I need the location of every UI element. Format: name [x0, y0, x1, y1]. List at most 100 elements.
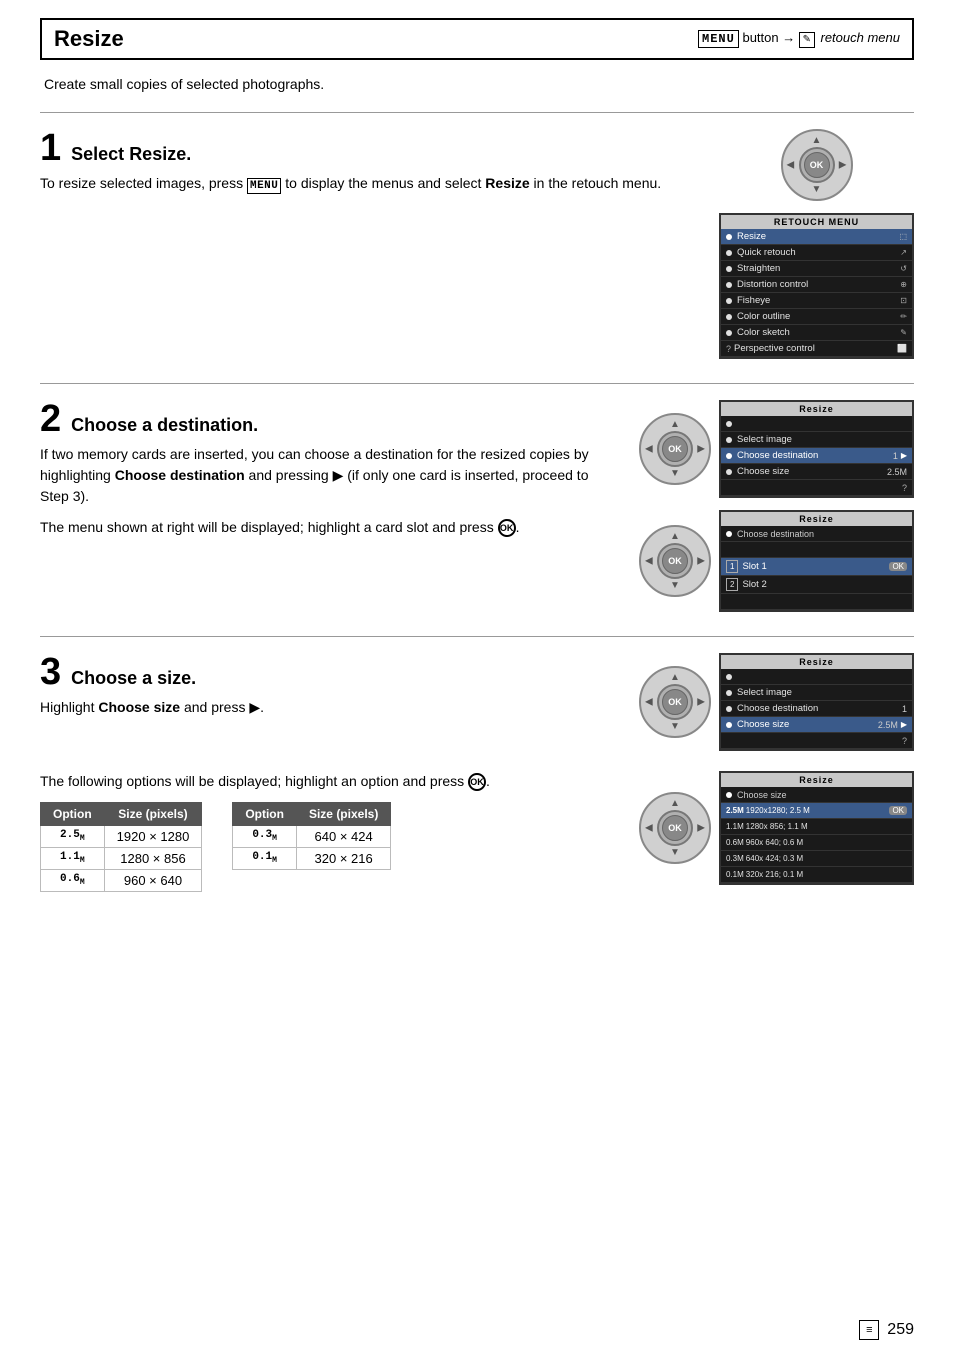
step3-number-row: 3 Choose a size.	[40, 653, 599, 691]
page-footer: ≡ 259	[859, 1320, 914, 1340]
table1-size3: 960 × 640	[104, 870, 202, 892]
step2-separator	[40, 383, 914, 384]
screen3-select: Select image	[721, 685, 912, 701]
ok-badge-25m: OK	[889, 806, 907, 815]
arrow-left-3b: ◀	[645, 823, 653, 834]
dot-s3-blank1	[726, 674, 732, 680]
arrow-up-2b: ▲	[670, 531, 680, 542]
screen2-choose-dest: Choose destination 1 ▶	[721, 448, 912, 464]
quick-icon: ↗	[900, 248, 907, 257]
screen2-choose-size: Choose size 2.5M	[721, 464, 912, 480]
dot-resize	[726, 234, 732, 240]
screen-row-quick: Quick retouch ↗	[721, 245, 912, 261]
options-table-1: Option Size (pixels) 2.5M 1920 × 1280 1.…	[40, 802, 202, 892]
step3-screen1: Resize Select image Choose destination 1	[719, 653, 914, 751]
arrow-up-2a: ▲	[670, 419, 680, 430]
screen3b-0.1m: 0.1M 320x 216; 0.1 M	[721, 867, 912, 883]
button-text: button	[742, 30, 778, 45]
table2-size2: 320 × 216	[296, 848, 390, 870]
ok-symbol-3: OK	[468, 773, 486, 791]
arrow-right-3a: ▶	[697, 697, 705, 708]
screen-row-distortion: Distortion control ⊕	[721, 277, 912, 293]
dial-outer-3b: ▲ ▼ ◀ ▶ OK	[639, 792, 711, 864]
header-title: Resize	[54, 26, 124, 52]
arrow-left-3a: ◀	[645, 697, 653, 708]
dot-s3b-0	[726, 792, 732, 798]
step3-screen2: Resize Choose size 2.5M 1920x1280; 2.5 M…	[719, 771, 914, 885]
intro-text: Create small copies of selected photogra…	[40, 76, 914, 92]
dial-ok-1: OK	[804, 152, 830, 178]
question-icon-3: ?	[902, 736, 907, 746]
step3-section: 3 Choose a size. Highlight Choose size a…	[40, 653, 914, 892]
camera-dial-2a: ▲ ▼ ◀ ▶ OK	[639, 413, 711, 485]
fisheye-icon: ⊡	[900, 296, 907, 305]
table1-col2-header: Size (pixels)	[104, 803, 202, 826]
table1-row1: 2.5M 1920 × 1280	[41, 826, 202, 848]
step2-screen1-header: Resize	[721, 402, 912, 416]
size-06m-label: 0.6M	[726, 838, 744, 847]
outline-icon: ✏	[900, 312, 907, 321]
screen2b-blank	[721, 542, 912, 558]
dot-blank1	[726, 421, 732, 427]
step3-table-intro: The following options will be displayed;…	[40, 771, 619, 792]
arrow-left-2a: ◀	[645, 444, 653, 455]
dot-s2b-0	[726, 531, 732, 537]
step3-body: Highlight Choose size and press ▶.	[40, 697, 599, 718]
screen3b-2.5m: 2.5M 1920x1280; 2.5 M OK	[721, 803, 912, 819]
table2-opt2: 0.1M	[233, 848, 297, 870]
screen3-blank2: ?	[721, 733, 912, 749]
menu-word: MENU	[698, 30, 739, 48]
step2-dial-screen2-row: ▲ ▼ ◀ ▶ OK Resize Choose destination	[639, 510, 914, 612]
arrow-down-2a: ▼	[670, 468, 680, 479]
dial-inner-2a: OK	[657, 431, 693, 467]
size-01m-label: 0.1M	[726, 870, 744, 879]
step1-section: 1 Select Resize. To resize selected imag…	[40, 129, 914, 359]
step3-left: 3 Choose a size. Highlight Choose size a…	[40, 653, 619, 728]
arrow-up-3a: ▲	[670, 672, 680, 683]
screen2-blank2: ?	[721, 480, 912, 496]
arrow-up-3b: ▲	[670, 798, 680, 809]
page-header: Resize MENU button → ✎ retouch menu	[40, 18, 914, 60]
dial-inner-3b: OK	[657, 810, 693, 846]
step1-number-row: 1 Select Resize.	[40, 129, 699, 167]
step2-body2: The menu shown at right will be displaye…	[40, 517, 619, 538]
dot-s2-select	[726, 437, 732, 443]
question-icon: ?	[726, 344, 731, 354]
slot2-icon: 2	[726, 578, 738, 591]
table2-col2-header: Size (pixels)	[296, 803, 390, 826]
screen2b-blank2	[721, 594, 912, 610]
dial-ok-3b: OK	[662, 815, 688, 841]
step1-number: 1	[40, 129, 61, 167]
step3-table-area: The following options will be displayed;…	[40, 771, 619, 892]
table1-row2: 1.1M 1280 × 856	[41, 848, 202, 870]
page-number: 259	[887, 1321, 914, 1339]
options-table-2: Option Size (pixels) 0.3M 640 × 424 0.1M	[232, 802, 391, 870]
dial-outer-3a: ▲ ▼ ◀ ▶ OK	[639, 666, 711, 738]
arrow-right-2a: ▶	[697, 444, 705, 455]
screen3b-1.1m: 1.1M 1280x 856; 1.1 M	[721, 819, 912, 835]
straighten-icon: ↺	[900, 264, 907, 273]
arrow-down-1: ▼	[812, 184, 822, 195]
screen-row-perspective: ? Perspective control ⬜	[721, 341, 912, 357]
step2-number-row: 2 Choose a destination.	[40, 400, 619, 438]
ok-symbol-2: OK	[498, 519, 516, 537]
table2-size1: 640 × 424	[296, 826, 390, 848]
step1-left: 1 Select Resize. To resize selected imag…	[40, 129, 719, 205]
dial-ok-3a: OK	[662, 689, 688, 715]
step3-separator	[40, 636, 914, 637]
dot-s3-select	[726, 690, 732, 696]
step2-screen1: Resize Select image Choose destination 1…	[719, 400, 914, 498]
dot-s2-size	[726, 469, 732, 475]
dot-sketch	[726, 330, 732, 336]
table1-row3: 0.6M 960 × 640	[41, 870, 202, 892]
camera-dial-1: ▲ ▼ ◀ ▶ OK	[781, 129, 853, 201]
arrow-left-2b: ◀	[645, 556, 653, 567]
question-icon-2: ?	[902, 483, 907, 493]
screen-row-sketch: Color sketch ✎	[721, 325, 912, 341]
retouch-icon: ✎	[799, 32, 815, 48]
perspective-icon: ⬜	[897, 344, 907, 353]
dial-inner-1: OK	[799, 147, 835, 183]
step2-title: Choose a destination.	[71, 415, 258, 436]
sketch-icon: ✎	[900, 328, 907, 337]
dot-quick	[726, 250, 732, 256]
